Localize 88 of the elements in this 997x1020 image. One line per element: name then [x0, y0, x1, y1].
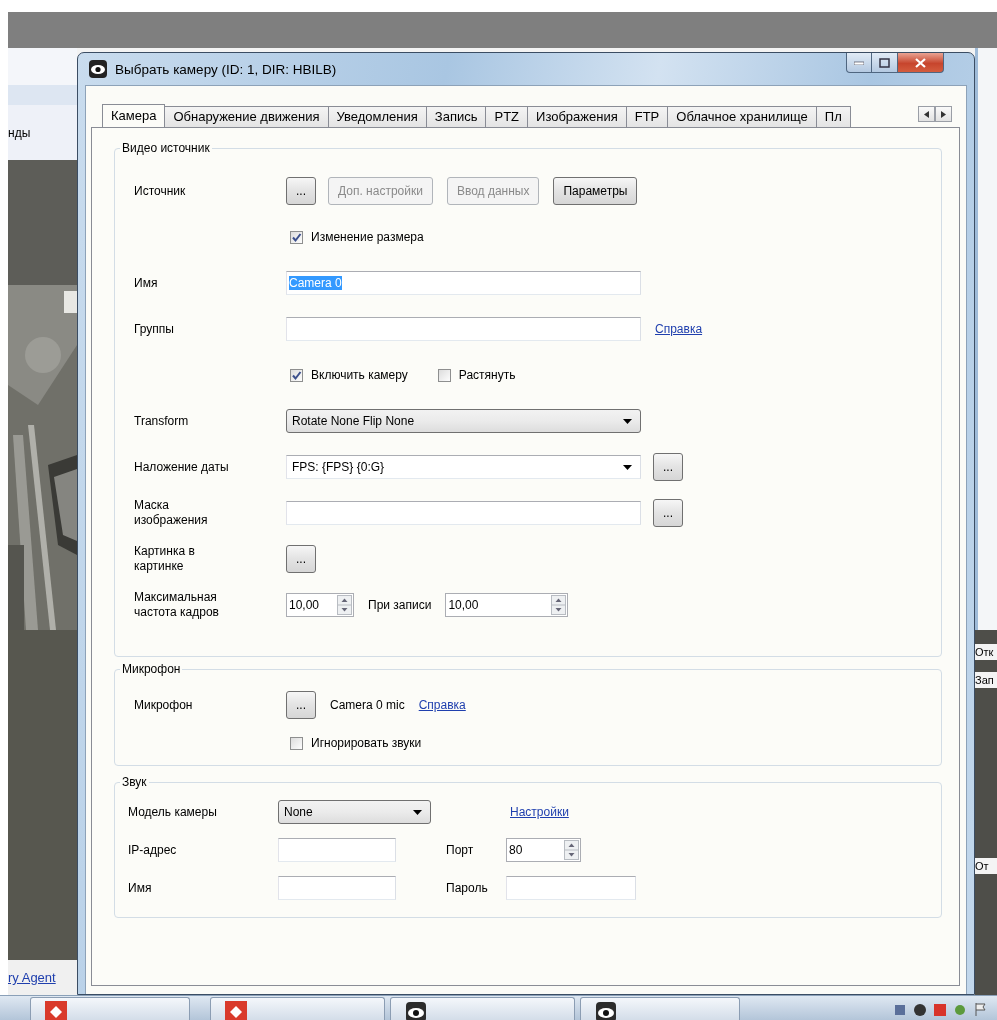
field-label: Имя — [134, 275, 159, 291]
caret-icon — [623, 418, 632, 424]
minimize-button[interactable] — [846, 53, 872, 73]
flag-icon[interactable] — [973, 1002, 987, 1016]
checkbox-label[interactable]: Растянуть — [458, 368, 516, 382]
spin-field[interactable]: 10,00 — [445, 593, 569, 617]
push-button[interactable]: ... — [286, 177, 316, 205]
group-title: Микрофон — [121, 662, 182, 676]
spin-field[interactable]: 10,00 — [286, 593, 354, 617]
checkbox-label[interactable]: Включить камеру — [311, 368, 408, 382]
field-label: Максимальная частота кадров — [134, 590, 220, 620]
text-field[interactable] — [278, 838, 396, 862]
push-button[interactable]: ... — [286, 691, 316, 719]
checkbox[interactable] — [437, 368, 451, 382]
taskbar-button[interactable] — [580, 997, 740, 1020]
field-label: Наложение даты — [134, 459, 230, 475]
scroll-left-button[interactable] — [918, 106, 935, 122]
combo-box[interactable]: FPS: {FPS} {0:G} — [286, 455, 641, 479]
taskbar-button[interactable] — [390, 997, 575, 1020]
minimize-icon — [854, 60, 864, 65]
tab[interactable]: FTP — [625, 106, 669, 127]
text-field[interactable] — [286, 501, 641, 525]
checkbox[interactable] — [290, 230, 303, 244]
tab[interactable]: Изображения — [527, 106, 627, 127]
tab[interactable]: Пл — [815, 106, 851, 127]
text-field[interactable] — [286, 317, 641, 341]
left-arrow-icon — [924, 110, 929, 118]
window-title: Выбрать камеру (ID: 1, DIR: HBILB) — [115, 61, 337, 77]
spin-arrows-icon[interactable] — [564, 840, 579, 860]
maximize-icon — [879, 57, 890, 68]
field-label: Имя — [128, 880, 153, 896]
tab[interactable]: Уведомления — [327, 106, 427, 127]
dropdown[interactable]: None — [278, 800, 431, 824]
push-button[interactable]: Параметры — [553, 177, 638, 205]
group-title: Видео источник — [121, 141, 211, 155]
tab[interactable]: Запись — [425, 106, 487, 127]
tray-icon[interactable] — [913, 1002, 927, 1016]
text-field[interactable] — [278, 876, 396, 900]
field-label: Порт — [446, 843, 474, 857]
side-label: нды — [8, 125, 31, 140]
spin-arrows-icon[interactable] — [551, 595, 567, 615]
eye-icon — [405, 1001, 427, 1020]
close-button[interactable] — [898, 53, 944, 73]
eye-icon — [88, 59, 108, 79]
caret-icon — [413, 809, 422, 815]
caret-icon — [623, 464, 632, 470]
push-button[interactable]: ... — [286, 545, 316, 573]
field-label: При записи — [368, 598, 432, 612]
help-link[interactable]: Настройки — [510, 805, 569, 819]
field-label: Модель камеры — [128, 804, 218, 820]
side-link[interactable]: ry Agent — [8, 970, 56, 985]
field-label: Transform — [134, 413, 190, 429]
field-label: Картинка в картинке — [134, 544, 196, 574]
side-label: От — [975, 858, 997, 874]
field-label: Группы — [134, 321, 175, 337]
push-button[interactable]: ... — [653, 453, 683, 481]
help-link[interactable]: Справка — [418, 698, 466, 712]
side-label: Зап — [975, 672, 997, 688]
spin-arrows-icon[interactable] — [337, 595, 352, 615]
eye-icon — [595, 1001, 617, 1020]
help-link[interactable]: Справка — [655, 322, 703, 336]
tab[interactable]: Камера — [102, 104, 166, 127]
checkbox[interactable] — [290, 736, 303, 750]
field-label: Источник — [134, 183, 187, 199]
right-arrow-icon — [941, 110, 946, 118]
field-label: Микрофон — [134, 697, 194, 713]
menu-bar — [8, 85, 77, 105]
push-button[interactable]: ... — [653, 499, 683, 527]
tab[interactable]: Облачное хранилище — [667, 106, 817, 127]
diamond-icon — [45, 1001, 67, 1020]
diamond-icon — [225, 1001, 247, 1020]
tab[interactable]: Обнаружение движения — [164, 106, 329, 127]
side-label: Отк — [975, 644, 997, 660]
maximize-button[interactable] — [872, 53, 898, 73]
group-title: Звук — [121, 775, 148, 789]
scroll-right-button[interactable] — [935, 106, 952, 122]
close-icon — [915, 57, 926, 68]
checkbox[interactable] — [290, 368, 303, 382]
field-label: IP-адрес — [128, 842, 178, 858]
spin-field[interactable]: 80 — [506, 838, 581, 862]
field-label: Маска изображения — [134, 498, 209, 528]
checkbox-label[interactable]: Игнорировать звуки — [311, 736, 422, 750]
text-field[interactable] — [506, 876, 636, 900]
field-label: Пароль — [446, 881, 488, 895]
checkbox-label[interactable]: Изменение размера — [311, 230, 424, 244]
value-text: Camera 0 mic — [330, 698, 405, 712]
tab[interactable]: PTZ — [485, 106, 529, 127]
dropdown[interactable]: Rotate None Flip None — [286, 409, 641, 433]
